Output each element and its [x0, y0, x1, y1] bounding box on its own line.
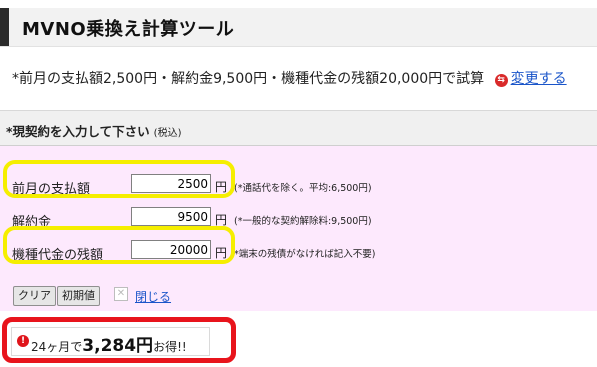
reset-button[interactable]: 初期値 [57, 286, 100, 306]
tax-note: (税込) [153, 128, 182, 139]
clear-button[interactable]: クリア [13, 286, 56, 306]
monthly-payment-input[interactable] [131, 174, 211, 193]
close-link[interactable]: 閉じる [135, 288, 171, 305]
result-panel: ! 24ヶ月で3,284円お得!! [11, 327, 210, 356]
row-monthly-payment: 前月の支払額 円 (*通話代を除く。平均:6,500円) [0, 172, 597, 200]
result-highlight: ! 24ヶ月で3,284円お得!! [2, 317, 236, 363]
monthly-payment-note: (*通話代を除く。平均:6,500円) [234, 183, 372, 194]
result-suffix: お得!! [153, 340, 187, 354]
change-link[interactable]: 変更する [511, 71, 567, 87]
summary-text: *前月の支払額2,500円・解約金9,500円・機種代金の残額20,000円で試… [12, 71, 485, 87]
page-title: MVNO乗換え計算ツール [22, 19, 235, 40]
input-panel: *現契約を入力して下さい(税込) 前月の支払額 円 (*通話代を除く。平均:6,… [0, 110, 597, 311]
result-prefix: 24ヶ月で [31, 340, 83, 354]
panel-heading: *現契約を入力して下さい [6, 124, 150, 139]
device-balance-label: 機種代金の残額 [12, 248, 104, 263]
row-cancellation-fee: 解約金 円 (*一般的な契約解除料:9,500円) [0, 205, 597, 233]
alert-icon: ! [17, 335, 29, 347]
summary-line: *前月の支払額2,500円・解約金9,500円・機種代金の残額20,000円で試… [12, 68, 592, 88]
panel-title: *現契約を入力して下さい (税込) [6, 121, 181, 140]
cancellation-fee-unit: 円 [215, 213, 228, 227]
device-balance-input[interactable] [131, 240, 211, 259]
row-device-balance: 機種代金の残額 円 *端末の残債がなければ記入不要) [0, 238, 597, 266]
close-icon[interactable]: ✕ [114, 287, 128, 301]
change-arrow-icon: ⇆ [494, 74, 508, 87]
title-accent-bar [0, 8, 9, 46]
cancellation-fee-label: 解約金 [12, 215, 52, 230]
title-bar: MVNO乗換え計算ツール [0, 8, 597, 47]
device-balance-unit: 円 [215, 246, 228, 260]
result-amount: 3,284円 [82, 336, 154, 356]
result-text: 24ヶ月で3,284円お得!! [31, 331, 187, 356]
panel-header: *現契約を入力して下さい (税込) [0, 111, 597, 146]
monthly-payment-label: 前月の支払額 [12, 182, 91, 197]
cancellation-fee-note: (*一般的な契約解除料:9,500円) [234, 216, 372, 227]
cancellation-fee-input[interactable] [131, 207, 211, 226]
device-balance-note: *端末の残債がなければ記入不要) [234, 249, 376, 260]
monthly-payment-unit: 円 [215, 180, 228, 194]
